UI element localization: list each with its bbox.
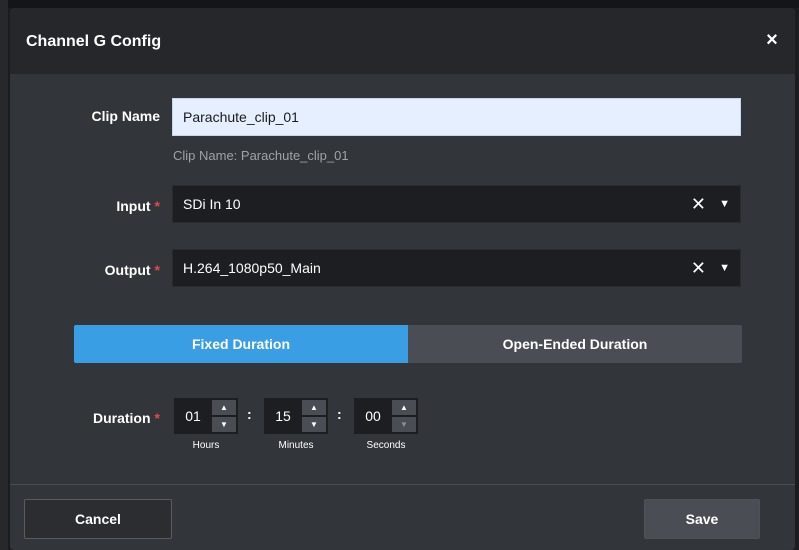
footer-divider	[10, 484, 795, 485]
channel-config-dialog: Channel G Config × Clip Name Parachute_c…	[10, 8, 795, 550]
clear-icon[interactable]: ✕	[691, 250, 706, 286]
required-marker: *	[154, 262, 160, 278]
chevron-down-icon[interactable]: ▼	[302, 417, 326, 432]
input-select[interactable]: SDi In 10 ✕ ▼	[172, 185, 741, 223]
chevron-down-icon[interactable]: ▼	[392, 417, 416, 432]
clip-name-hint: Clip Name: Parachute_clip_01	[173, 148, 349, 163]
chevron-up-icon[interactable]: ▲	[212, 400, 236, 415]
chevron-down-icon[interactable]: ▼	[212, 417, 236, 432]
required-marker: *	[154, 410, 160, 426]
duration-label-text: Duration	[92, 410, 151, 426]
minutes-stepper: 15 ▲ ▼	[264, 398, 328, 434]
minutes-input[interactable]: 15	[264, 398, 302, 434]
seconds-input[interactable]: 00	[354, 398, 392, 434]
close-icon[interactable]: ×	[760, 28, 784, 52]
minutes-unit-label: Minutes	[278, 440, 314, 451]
output-label-text: Output	[104, 262, 151, 278]
input-select-value: SDi In 10	[183, 196, 241, 212]
time-separator: :	[247, 406, 252, 422]
chevron-down-icon[interactable]: ▼	[719, 250, 730, 286]
seconds-stepper: 00 ▲ ▼	[354, 398, 418, 434]
time-separator: :	[337, 406, 342, 422]
clip-name-label-text: Clip Name	[91, 108, 160, 124]
background-left-bar	[0, 0, 8, 550]
clip-name-input[interactable]: Parachute_clip_01	[172, 98, 741, 136]
background-top-bar	[0, 0, 799, 8]
hours-stepper: 01 ▲ ▼	[174, 398, 238, 434]
hours-stepper-buttons: ▲ ▼	[212, 398, 238, 434]
hours-input[interactable]: 01	[174, 398, 212, 434]
seconds-unit-label: Seconds	[366, 440, 406, 451]
clip-name-label: Clip Name	[10, 108, 160, 124]
chevron-up-icon[interactable]: ▲	[392, 400, 416, 415]
input-label-text: Input	[116, 198, 151, 214]
output-label: Output *	[10, 262, 160, 278]
hours-unit-label: Hours	[192, 440, 220, 451]
cancel-button[interactable]: Cancel	[24, 499, 172, 539]
chevron-down-icon[interactable]: ▼	[719, 186, 730, 222]
minutes-stepper-buttons: ▲ ▼	[302, 398, 328, 434]
duration-mode-toggle: Fixed Duration Open-Ended Duration	[74, 325, 742, 363]
output-select[interactable]: H.264_1080p50_Main ✕ ▼	[172, 249, 741, 287]
required-marker: *	[154, 198, 160, 214]
dialog-header: Channel G Config ×	[10, 8, 795, 74]
output-select-value: H.264_1080p50_Main	[183, 260, 321, 276]
fixed-duration-button[interactable]: Fixed Duration	[74, 325, 408, 363]
clear-icon[interactable]: ✕	[691, 186, 706, 222]
open-ended-duration-button[interactable]: Open-Ended Duration	[408, 325, 742, 363]
seconds-stepper-buttons: ▲ ▼	[392, 398, 418, 434]
duration-label: Duration *	[10, 410, 160, 426]
dialog-title: Channel G Config	[26, 33, 162, 50]
chevron-up-icon[interactable]: ▲	[302, 400, 326, 415]
input-label: Input *	[10, 198, 160, 214]
save-button[interactable]: Save	[644, 499, 760, 539]
